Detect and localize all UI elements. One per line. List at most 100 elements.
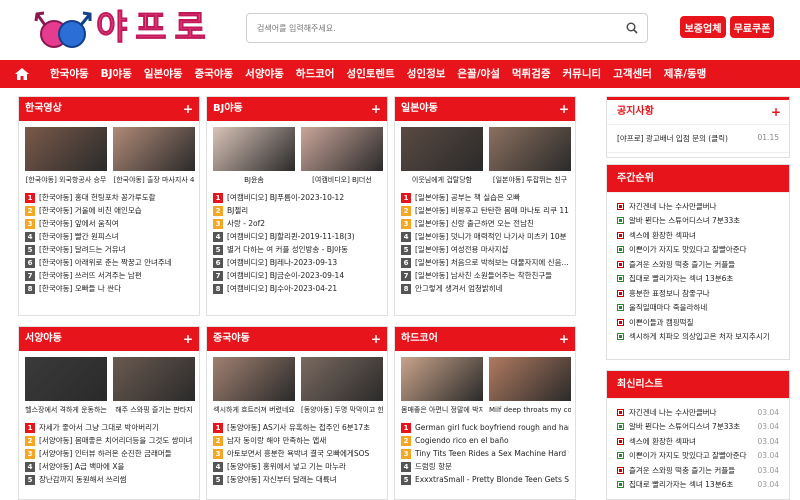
latest-list-item[interactable]: 알바 뛴다는 스튜어디스녀 7분33초 03.04 xyxy=(607,420,789,435)
list-item[interactable]: 5 ExxxtraSmall - Pretty Blonde Teen Gets… xyxy=(401,473,569,486)
list-item[interactable]: 5 장난감까지 동원해서 쓰리썸 xyxy=(25,473,193,486)
search-input[interactable] xyxy=(247,14,617,42)
video-thumbnail[interactable]: 이웃님에게 겁탈당함 xyxy=(401,127,483,185)
site-logo[interactable]: 야프로 xyxy=(34,6,234,52)
nav-item[interactable]: 커뮤니티 xyxy=(557,60,608,88)
list-item[interactable]: 3 Tiny Tits Teen Rides a Sex Machine Har… xyxy=(401,447,569,460)
notice-item[interactable]: [야프로] 광고배너 입점 문의 (클릭) 01.15 xyxy=(607,125,789,153)
list-item[interactable]: 1 자세가 좋아서 그냥 그대로 박아버리기 xyxy=(25,421,193,434)
list-item[interactable]: 6 [여캠비디오] BJ레나-2023-09-13 xyxy=(213,256,381,269)
list-item[interactable]: 4 드럼링 항문 xyxy=(401,460,569,473)
section-more-button[interactable]: + xyxy=(371,327,381,351)
latest-list-item[interactable]: 즐겨운 스와핑 떡충 즐기는 커플들 03.04 xyxy=(607,463,789,478)
list-item[interactable]: 2 남자 동이랑 해야 만족하는 앱새 xyxy=(213,434,381,447)
list-item[interactable]: 2 Cogiendo rico en el baño xyxy=(401,434,569,447)
video-thumbnail[interactable]: [한국야동] 출장 마사지사 4 xyxy=(113,127,195,185)
video-thumbnail[interactable]: [일본야동] 투잡뛰는 친구 xyxy=(489,127,571,185)
list-item[interactable]: 7 [한국야동] 쓰러뜨 서겨주는 남편 xyxy=(25,269,193,282)
list-item[interactable]: 3 사랑 - 2of2 xyxy=(213,217,381,230)
weekly-rank-item[interactable]: 흥분한 표정보니 참좋구나 xyxy=(607,286,789,301)
nav-item[interactable]: 먹튀검증 xyxy=(506,60,557,88)
search-button[interactable] xyxy=(617,14,647,42)
section-title[interactable]: BJ야동 + xyxy=(207,97,387,121)
home-button[interactable] xyxy=(0,60,44,88)
list-item[interactable]: 1 [일본야동] 공부는 책 실습은 오빠 xyxy=(401,191,569,204)
nav-item[interactable]: 고객센터 xyxy=(607,60,658,88)
video-thumbnail[interactable]: [동양야동] 두명 막막이고 한 xyxy=(301,357,383,415)
list-item[interactable]: 4 [한국야동] 빨간 원피스녀 xyxy=(25,230,193,243)
list-item[interactable]: 1 [동양야동] AS기사 유혹하는 접주인 6분17초 xyxy=(213,421,381,434)
nav-item[interactable]: 성인토렌트 xyxy=(340,60,400,88)
video-thumbnail[interactable]: 헬스장에서 격하게 운동하는 xyxy=(25,357,107,415)
section-title[interactable]: 한국영상 + xyxy=(19,97,199,121)
list-item[interactable]: 2 BJ젤리 xyxy=(213,204,381,217)
video-thumbnail[interactable]: BJ윤솜 xyxy=(213,127,295,185)
list-item[interactable]: 6 [일본야동] 처음으로 박혀보는 대물자지에 신음... xyxy=(401,256,569,269)
list-item[interactable]: 5 [일본야동] 여성전용 마사지샵 xyxy=(401,243,569,256)
nav-item[interactable]: BJ야동 xyxy=(95,60,138,88)
nav-item[interactable]: 성인정보 xyxy=(401,60,452,88)
video-thumbnail[interactable]: Milf deep throats my cock xyxy=(489,357,571,415)
list-item[interactable]: 4 [여캠비디오] BJ할리퀸-2019-11-18(3) xyxy=(213,230,381,243)
weekly-rank-item[interactable]: 섹시하게 치파오 의상입고온 처자 보지추시기 xyxy=(607,330,789,345)
video-thumbnail[interactable]: [여캠비디오] BJ더선 xyxy=(301,127,383,185)
latest-list-item[interactable]: 섹스에 환장한 섹파녀 03.04 xyxy=(607,434,789,449)
list-item[interactable]: 1 German girl fuck boyfriend rough and h… xyxy=(401,421,569,434)
list-item[interactable]: 5 [동양야동] 자신부터 달래는 대륙녀 xyxy=(213,473,381,486)
list-item[interactable]: 6 [한국야동] 아래위로 춘는 짝꿍고 안녀주네 xyxy=(25,256,193,269)
latest-list-item[interactable]: 자긴겐네 나는 수사만클버나 03.04 xyxy=(607,405,789,420)
nav-item[interactable]: 일본야동 xyxy=(138,60,189,88)
nav-item[interactable]: 제휴/동맹 xyxy=(658,60,712,88)
section-title[interactable]: 중국야동 + xyxy=(207,327,387,351)
nav-item[interactable]: 한국야동 xyxy=(44,60,95,88)
section-title[interactable]: 하드코어 + xyxy=(395,327,575,351)
list-item[interactable]: 8 안그렇게 생겨서 엄청밝히네 xyxy=(401,282,569,295)
list-item[interactable]: 1 [한국야동] 홍대 헌팅포차 꽁가루도촬 xyxy=(25,191,193,204)
weekly-rank-item[interactable]: 섹스에 환장한 섹파녀 xyxy=(607,228,789,243)
section-more-button[interactable]: + xyxy=(559,327,569,351)
list-item[interactable]: 8 [한국야동] 오빠들 나 싼다 xyxy=(25,282,193,295)
list-item[interactable]: 1 [여캠비디오] BJ푸름이-2023-10-12 xyxy=(213,191,381,204)
video-thumbnail[interactable]: [한국야동] 외국항공사 승무 xyxy=(25,127,107,185)
list-item[interactable]: 7 [일본야동] 남사친 소원들어주는 착한친구들 xyxy=(401,269,569,282)
list-item[interactable]: 2 [한국야동] 거울에 비친 애인모습 xyxy=(25,204,193,217)
nav-item[interactable]: 하드코어 xyxy=(290,60,341,88)
list-item[interactable]: 7 [여캠비디오] BJ금순이-2023-09-14 xyxy=(213,269,381,282)
weekly-rank-item[interactable]: 이쁜이가 자지도 맛있다고 잘빨아준다 xyxy=(607,243,789,258)
weekly-rank-item[interactable]: 집대로 빨리가자는 섹녀 13분6초 xyxy=(607,272,789,287)
list-item[interactable]: 8 [여캠비디오] BJ수아-2023-04-21 xyxy=(213,282,381,295)
section-more-button[interactable]: + xyxy=(559,97,569,121)
list-item[interactable]: 3 아토보면서 흥분한 욕박녀 결국 오빠에게SOS xyxy=(213,447,381,460)
verified-partner-button[interactable]: 보증업체 xyxy=(680,16,726,38)
section-more-button[interactable]: + xyxy=(183,327,193,351)
weekly-rank-item[interactable]: 울직일때마다 죽을라하네 xyxy=(607,301,789,316)
list-item[interactable]: 4 [동양야동] 홍위에서 넣고 기는 마누라 xyxy=(213,460,381,473)
list-item[interactable]: 5 [한국야동] 달려드는 거유녀 xyxy=(25,243,193,256)
section-more-button[interactable]: + xyxy=(183,97,193,121)
list-item[interactable]: 3 [한국야동] 앞에서 움직여 xyxy=(25,217,193,230)
nav-item[interactable]: 서양야동 xyxy=(239,60,290,88)
list-item[interactable]: 2 [일본야동] 비몽후고 탄탄한 몸매 마나토 리쿠 11... xyxy=(401,204,569,217)
list-item[interactable]: 4 [일본야동] 덧니가 매력적인 나기사 미츠키 10분 xyxy=(401,230,569,243)
video-thumbnail[interactable]: 섹시하게 흐트러져 버렸네요 xyxy=(213,357,295,415)
latest-list-item[interactable]: 집대로 빨리가자는 섹녀 13분6초 03.04 xyxy=(607,478,789,493)
weekly-rank-item[interactable]: 즐겨운 스와핑 떡충 즐기는 커플들 xyxy=(607,257,789,272)
video-thumbnail[interactable]: 해주 스와핑 즐기는 판타지 xyxy=(113,357,195,415)
latest-list-item[interactable]: 이쁜이가 자지도 맛있다고 잘빨아준다 03.04 xyxy=(607,449,789,464)
list-item[interactable]: 3 [일본야동] 신랑 출근하면 오는 전남친 xyxy=(401,217,569,230)
nav-item[interactable]: 중국야동 xyxy=(189,60,240,88)
weekly-rank-item[interactable]: 이쁜이들과 캠핑떡질 xyxy=(607,315,789,330)
notice-more-button[interactable]: + xyxy=(771,100,781,124)
list-item[interactable]: 4 [서양야동] A급 백마에 X을 xyxy=(25,460,193,473)
list-item[interactable]: 3 [서양야동] 인터뷰 하러온 순진한 금래머들 xyxy=(25,447,193,460)
video-thumbnail[interactable]: 몸매좋은 아편니 정말에 박지 xyxy=(401,357,483,415)
section-title[interactable]: 서양야동 + xyxy=(19,327,199,351)
weekly-rank-item[interactable]: 알바 뛴다는 스튜어디스녀 7분33초 xyxy=(607,214,789,229)
nav-item[interactable]: 은꼴/야설 xyxy=(451,60,505,88)
section-more-button[interactable]: + xyxy=(371,97,381,121)
list-item[interactable]: 5 별거 다하는 여 커플 성인방송 - BJ야동 xyxy=(213,243,381,256)
list-item[interactable]: 2 [서양야동] 몸매좋은 치어리더등을 그것도 쌍미녀 xyxy=(25,434,193,447)
weekly-rank-item[interactable]: 자긴겐네 나는 수사만클버나 xyxy=(607,199,789,214)
free-coupon-button[interactable]: 무료쿠폰 xyxy=(730,16,774,38)
section-title[interactable]: 일본야동 + xyxy=(395,97,575,121)
